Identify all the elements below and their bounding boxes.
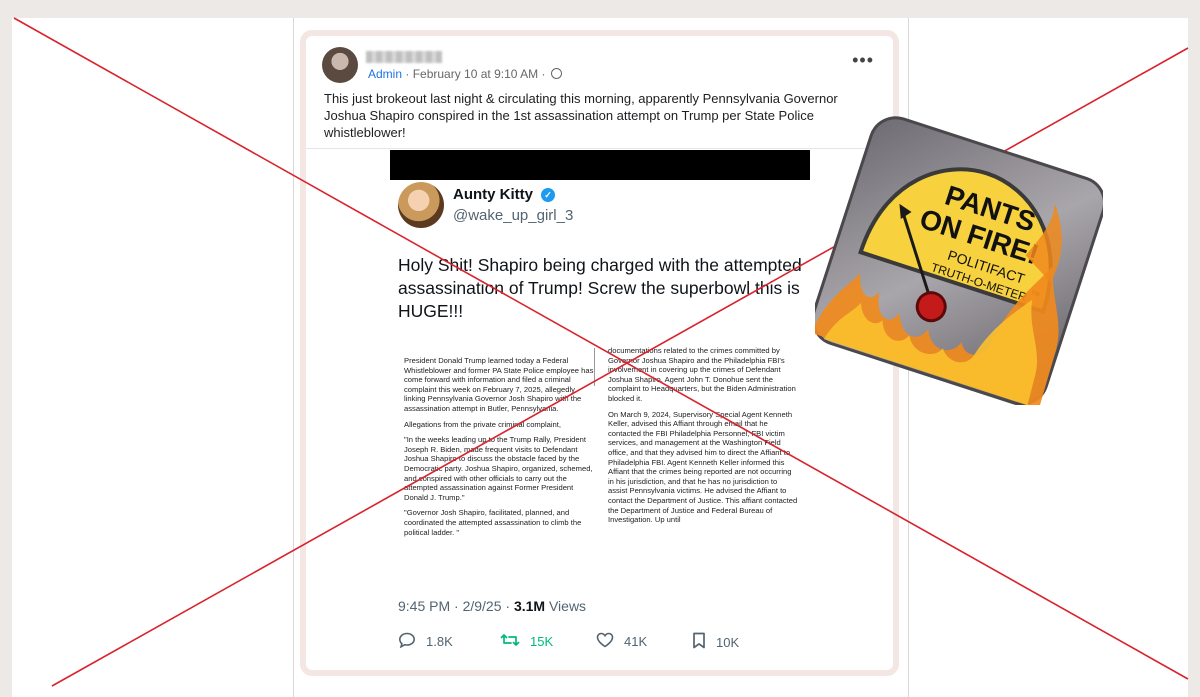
politifact-rating-badge: PANTS ON FIRE! POLITIFACT TRUTH-O-METER …	[811, 115, 1106, 409]
tweet-attached-document-image[interactable]: President Donald Trump learned today a F…	[398, 342, 808, 576]
bookmark-button[interactable]: 10K	[692, 632, 739, 654]
post-meta: Admin · February 10 at 9:10 AM ·	[368, 67, 562, 81]
post-timestamp[interactable]: February 10 at 9:10 AM	[413, 67, 538, 81]
tweet-text: Holy Shit! Shapiro being charged with th…	[398, 255, 802, 321]
document-paragraph: On March 9, 2024, Supervisory Special Ag…	[608, 409, 798, 525]
reply-icon	[398, 632, 416, 653]
meta-separator: ·	[405, 67, 410, 81]
post-header: Admin · February 10 at 9:10 AM · •••	[322, 47, 882, 83]
like-count: 41K	[624, 634, 648, 649]
document-cursor-mark	[594, 348, 595, 386]
meta-separator: ·	[541, 67, 546, 81]
globe-icon	[550, 68, 562, 79]
left-column-divider	[293, 18, 294, 697]
tweet-author-avatar[interactable]	[398, 182, 444, 228]
facebook-post-card: Admin · February 10 at 9:10 AM · ••• Thi…	[306, 36, 893, 670]
admin-badge[interactable]: Admin	[368, 67, 402, 81]
retweet-count: 15K	[530, 634, 554, 649]
bookmark-icon	[692, 632, 706, 654]
like-button[interactable]: 41K	[596, 632, 647, 653]
reply-button[interactable]: 1.8K	[398, 632, 453, 653]
tweet-meta: 9:45 PM · 2/9/25 · 3.1M Views	[398, 598, 586, 614]
document-right-column: documentations related to the crimes com…	[608, 346, 798, 531]
retweet-icon	[500, 632, 520, 653]
redacted-poster-name	[366, 51, 442, 63]
post-divider	[306, 148, 893, 149]
retweet-button[interactable]: 15K	[500, 632, 553, 653]
redaction-bar	[390, 150, 810, 180]
document-paragraph: documentations related to the crimes com…	[608, 346, 796, 403]
heart-icon	[596, 632, 614, 653]
document-left-column: President Donald Trump learned today a F…	[404, 356, 594, 543]
document-paragraph: Allegations from the private criminal co…	[404, 419, 562, 429]
poster-avatar[interactable]	[322, 47, 358, 83]
tweet-views-count: 3.1M	[513, 598, 546, 614]
document-paragraph: "Governor Josh Shapiro, facilitated, pla…	[404, 508, 582, 537]
document-paragraph: "In the weeks leading up to the Trump Ra…	[404, 435, 593, 502]
verified-check-icon: ✓	[541, 188, 555, 202]
tweet-views-label: Views	[545, 598, 587, 614]
reply-count: 1.8K	[426, 634, 453, 649]
tweet-display-name[interactable]: Aunty Kitty	[453, 186, 533, 203]
bookmark-count: 10K	[716, 635, 740, 650]
tweet-action-bar: 1.8K 15K 41K 10K	[398, 632, 818, 654]
tweet-handle[interactable]: @wake_up_girl_3	[453, 207, 573, 224]
document-paragraph: President Donald Trump learned today a F…	[404, 356, 594, 413]
more-options-button[interactable]: •••	[852, 51, 874, 69]
tweet-time[interactable]: 9:45 PM · 2/9/25 ·	[398, 598, 514, 614]
post-body-text: This just brokeout last night & circulat…	[324, 91, 838, 140]
